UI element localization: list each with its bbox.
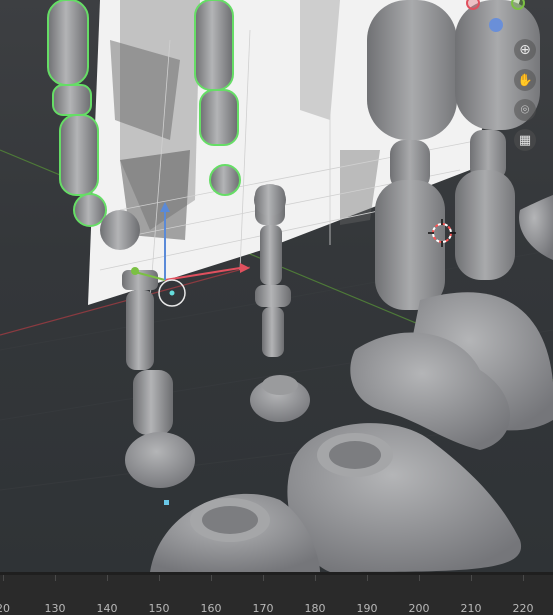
timeline-tick-mark — [419, 575, 420, 581]
timeline-tick-mark — [315, 575, 316, 581]
timeline-frame-label: 150 — [148, 602, 170, 615]
timeline-tick-mark — [107, 575, 108, 581]
perspective-grid-icon: ▦ — [518, 132, 532, 148]
timeline-tick-mark — [523, 575, 524, 581]
timeline-frame-label: 180 — [304, 602, 326, 615]
timeline-frame-label: 160 — [200, 602, 222, 615]
zoom-icon: ⊕ — [519, 42, 531, 58]
timeline-tick-mark — [367, 575, 368, 581]
timeline-frame-label: 170 — [252, 602, 274, 615]
timeline-frame-label: 130 — [44, 602, 66, 615]
pan-button[interactable]: ✋ — [514, 69, 536, 91]
origin-marker — [164, 500, 169, 505]
timeline-ruler[interactable]: 20 130 140 150 160 170 180 190 200 210 220 — [0, 575, 553, 615]
3d-viewport[interactable]: ⊕ ✋ ⌾ ▦ — [0, 0, 553, 572]
timeline-tick-mark — [471, 575, 472, 581]
z-axis-dot[interactable] — [489, 18, 503, 32]
timeline-tick-mark — [55, 575, 56, 581]
timeline-frame-label: 190 — [356, 602, 378, 615]
camera-view-icon: ⌾ — [520, 102, 530, 118]
pan-hand-icon: ✋ — [517, 73, 533, 87]
zoom-button[interactable]: ⊕ — [514, 39, 536, 61]
timeline-frame-label: 20 — [0, 602, 10, 615]
camera-view-button[interactable]: ⌾ — [514, 99, 536, 121]
timeline-frame-label: 210 — [460, 602, 482, 615]
leg-big-right — [350, 0, 553, 450]
timeline-tick-mark — [263, 575, 264, 581]
timeline-frame-label: 140 — [96, 602, 118, 615]
timeline-tick-mark — [211, 575, 212, 581]
perspective-toggle-button[interactable]: ▦ — [514, 129, 536, 151]
timeline-frame-label: 200 — [408, 602, 430, 615]
timeline-frame-label: 220 — [512, 602, 534, 615]
timeline-tick-mark — [159, 575, 160, 581]
timeline-tick-mark — [3, 575, 4, 581]
scene-render[interactable] — [0, 0, 553, 572]
